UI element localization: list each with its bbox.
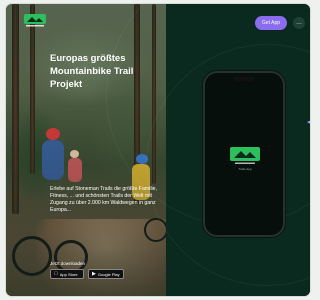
app-store-button[interactable]:  App Store [50,269,84,279]
arrow-left-icon[interactable]: ◀ [307,118,310,126]
app-logo-icon [230,147,260,164]
get-app-label: Get App [261,20,281,26]
apple-icon:  [54,271,58,277]
menu-icon[interactable]: … [293,17,305,29]
hero-body-text: Erlebe auf Stoneman Trails die größte Fa… [50,186,157,213]
phone-notch [234,77,254,81]
play-icon: ▶ [92,271,96,277]
page-frame: Europas größtes Mountainbike Trail Proje… [6,4,310,296]
google-play-button[interactable]: ▶ Google Play [88,269,124,279]
get-app-button[interactable]: Get App [255,16,287,30]
brand-logo-icon[interactable] [24,14,46,28]
google-play-label: Google Play [97,271,120,277]
app-logo-caption: Trails App [238,167,252,171]
app-store-label: App Store [56,271,78,277]
phone-mockup: Trails App [205,73,283,235]
download-label: Jetzt downloaden [50,261,86,266]
